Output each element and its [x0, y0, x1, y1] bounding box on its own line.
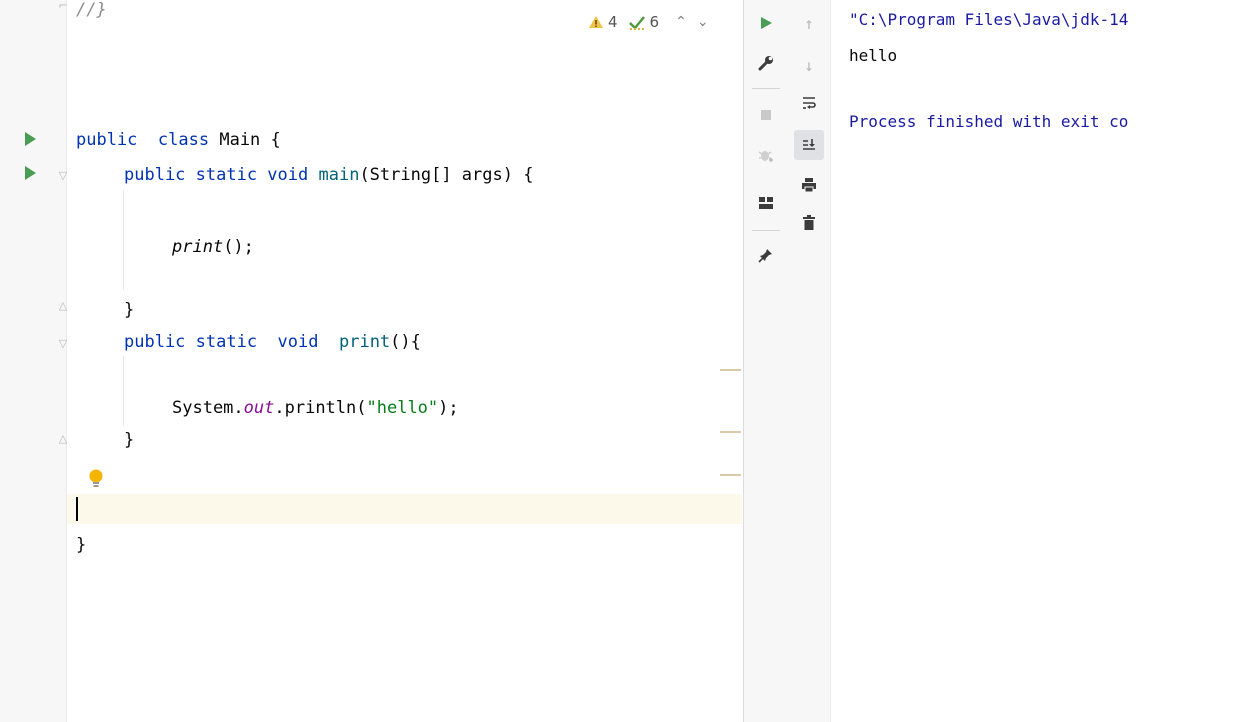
code-line-main: public static void main(String[] args) { — [124, 163, 533, 187]
code-editor[interactable]: ⌐ ▽ △ ▽ △ //} public class Main { public… — [0, 0, 743, 722]
trash-icon — [803, 215, 815, 230]
field-ref: out — [243, 398, 275, 418]
weak-warning-count: 6 — [649, 13, 660, 31]
run-toolbar-left — [743, 0, 789, 722]
keyword: public static — [124, 332, 258, 352]
arrow-up-icon: ↑ — [804, 13, 814, 33]
rerun-button[interactable] — [751, 8, 781, 38]
console-command-line: "C:\Program Files\Java\jdk-14 — [849, 10, 1129, 29]
scrollbar-marker[interactable] — [720, 431, 741, 433]
debug-button[interactable] — [751, 140, 781, 170]
method-name: print — [338, 332, 391, 352]
chevron-up-icon[interactable]: ⌃ — [675, 14, 687, 30]
console-output-line: hello — [849, 46, 898, 65]
run-class-gutter-icon[interactable] — [25, 132, 36, 146]
pin-tab-button[interactable] — [751, 240, 781, 270]
fold-end-icon[interactable]: △ — [58, 300, 68, 312]
scrollbar-marker[interactable] — [720, 369, 741, 371]
soft-wrap-icon — [803, 97, 816, 109]
current-line-highlight — [0, 494, 742, 524]
scrollbar-marker[interactable] — [720, 474, 741, 476]
run-console[interactable]: "C:\Program Files\Java\jdk-14 hello Proc… — [831, 0, 1247, 722]
restore-layout-button[interactable] — [751, 188, 781, 218]
wrench-icon — [758, 56, 773, 71]
lightbulb-icon[interactable] — [88, 468, 104, 490]
editor-gutter: ⌐ ▽ △ ▽ △ — [0, 0, 68, 722]
fold-start-icon[interactable]: ▽ — [58, 338, 68, 350]
code-line-print-call: print(); — [172, 235, 254, 259]
indent-guide — [123, 356, 124, 426]
previous-occurrence-button[interactable]: ↑ — [794, 8, 824, 38]
method-call: print — [172, 237, 224, 257]
method-call: .println( — [274, 398, 367, 418]
console-exit-line: Process finished with exit co — [849, 112, 1129, 131]
keyword: void — [277, 332, 319, 352]
string-literal: "hello" — [366, 398, 439, 418]
print-button[interactable] — [794, 170, 824, 200]
code-line-class: public class Main { — [76, 128, 281, 152]
fold-end-icon[interactable]: ⌐ — [58, 0, 68, 12]
next-occurrence-button[interactable]: ↓ — [794, 50, 824, 80]
arrow-down-icon: ↓ — [804, 55, 814, 75]
fold-end-icon[interactable]: △ — [58, 433, 68, 445]
keyword: class — [157, 130, 210, 150]
fold-start-icon[interactable]: ▽ — [58, 170, 68, 182]
clear-all-button[interactable] — [794, 208, 824, 238]
stop-button[interactable] — [751, 100, 781, 130]
params: (String[] args) { — [359, 165, 534, 185]
edit-configuration-button[interactable] — [751, 48, 781, 78]
inspection-widget[interactable]: 4 6 ⌃ ⌄ — [588, 12, 709, 32]
chevron-down-icon[interactable]: ⌄ — [697, 14, 709, 30]
stop-icon — [761, 110, 771, 120]
code-line-close-print: } — [124, 430, 135, 450]
weak-warning-check-icon — [628, 16, 645, 30]
warning-count: 4 — [608, 13, 618, 31]
soft-wrap-button[interactable] — [794, 88, 824, 118]
indent-guide — [123, 190, 124, 290]
toolbar-separator — [752, 230, 780, 231]
code-line-close-class: } — [76, 535, 87, 555]
call-end: ); — [438, 398, 459, 418]
scroll-to-end-button[interactable] — [794, 130, 824, 160]
run-toolbar-right: ↑ ↓ — [788, 0, 831, 722]
params: (){ — [390, 332, 421, 352]
toolbar-separator — [752, 88, 780, 89]
pin-icon — [758, 249, 772, 263]
keyword: public — [76, 130, 138, 150]
scroll-to-end-icon — [803, 139, 815, 150]
bug-icon — [758, 151, 773, 162]
code-line-print-decl: public static void print(){ — [124, 330, 421, 354]
run-main-gutter-icon[interactable] — [25, 166, 36, 180]
printer-icon — [802, 178, 816, 193]
keyword: public static void — [124, 165, 309, 185]
run-icon — [761, 17, 772, 29]
code-line-close-main: } — [124, 300, 135, 320]
code-line-println: System.out.println("hello"); — [172, 396, 459, 420]
code-line-comment: //} — [76, 0, 107, 20]
class-name: Main { — [219, 130, 281, 150]
call-args: (); — [223, 237, 254, 257]
text-caret — [76, 497, 78, 521]
method-name: main — [318, 165, 360, 185]
warning-icon — [589, 16, 603, 28]
class-ref: System. — [172, 398, 244, 418]
layout-icon — [759, 197, 773, 209]
